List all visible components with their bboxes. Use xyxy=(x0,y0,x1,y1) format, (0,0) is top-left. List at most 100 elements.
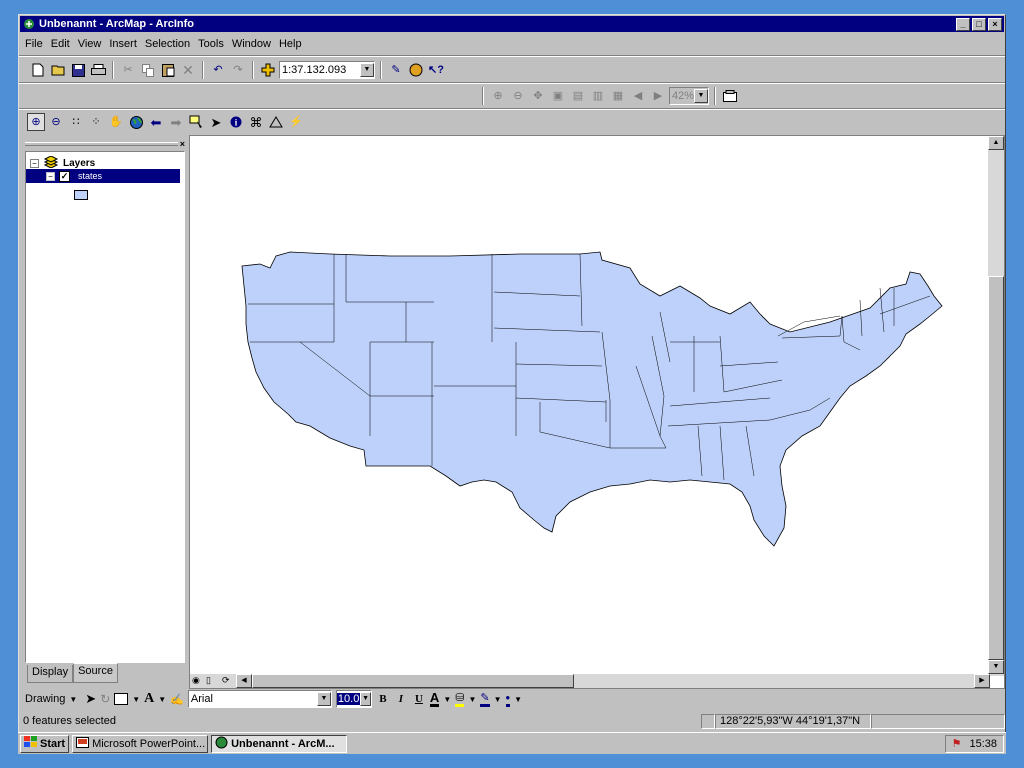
collapse-minus-icon[interactable]: − xyxy=(30,159,39,168)
zoom-in-icon[interactable]: ⊕ xyxy=(27,113,45,131)
save-icon[interactable] xyxy=(69,61,87,79)
select-elements-arrow-icon[interactable]: ➤ xyxy=(85,691,96,707)
go-back-extent-icon[interactable]: ◀ xyxy=(629,87,647,105)
cut-icon[interactable]: ✂ xyxy=(119,61,137,79)
arctoolbox-icon[interactable] xyxy=(407,61,425,79)
undo-icon[interactable]: ↶ xyxy=(209,61,227,79)
layout-zoom-in-icon[interactable]: ⊕ xyxy=(489,87,507,105)
font-size-combo[interactable]: 10.0 ▼ xyxy=(335,690,372,708)
zoom-out-icon[interactable]: ⊖ xyxy=(47,113,65,131)
chevron-down-icon[interactable]: ▼ xyxy=(494,695,502,704)
chevron-down-icon[interactable]: ▼ xyxy=(132,695,140,704)
measure-icon[interactable] xyxy=(267,113,285,131)
menu-help[interactable]: Help xyxy=(275,38,306,50)
underline-button[interactable]: U xyxy=(412,693,426,705)
full-extent-globe-icon[interactable] xyxy=(127,113,145,131)
identify-info-icon[interactable]: i xyxy=(227,113,245,131)
vertical-scroll-thumb[interactable] xyxy=(988,276,1004,660)
chevron-down-icon[interactable]: ▼ xyxy=(443,695,451,704)
fixed-zoom-in-icon[interactable]: ▥ xyxy=(589,87,607,105)
print-icon[interactable] xyxy=(89,61,107,79)
fixed-zoom-out-icon[interactable]: ⁘ xyxy=(87,113,105,131)
map-display[interactable]: ▲ ▼ ◉ ▯ ⟳ ◀ ▶ xyxy=(189,135,1005,689)
layer-symbol-swatch[interactable] xyxy=(74,190,88,200)
forward-arrow-icon[interactable]: ➡ xyxy=(167,113,185,131)
minimize-button[interactable]: _ xyxy=(956,17,970,31)
rectangle-tool-icon[interactable] xyxy=(114,693,129,705)
horizontal-scroll-thumb[interactable] xyxy=(252,674,574,688)
select-features-icon[interactable] xyxy=(187,113,205,131)
menu-insert[interactable]: Insert xyxy=(105,38,141,50)
close-button[interactable]: × xyxy=(988,17,1002,31)
start-button[interactable]: Start xyxy=(20,734,70,753)
menu-tools[interactable]: Tools xyxy=(194,38,228,50)
chevron-down-icon[interactable]: ▼ xyxy=(468,695,476,704)
zoom-whole-page-icon[interactable]: ▣ xyxy=(549,87,567,105)
map-vertical-scrollbar[interactable]: ▲ ▼ xyxy=(988,136,1004,676)
toc-layer-row-states[interactable]: − ✓ states xyxy=(26,169,180,183)
title-bar[interactable]: Unbenannt - ArcMap - ArcInfo _ □ × xyxy=(20,16,1004,32)
fixed-zoom-out-icon[interactable]: ▦ xyxy=(609,87,627,105)
editor-toolbar-icon[interactable]: ✎ xyxy=(387,61,405,79)
toggle-draft-mode-icon[interactable] xyxy=(721,87,739,105)
layout-zoom-combo[interactable]: 42% ▼ xyxy=(669,87,709,105)
menu-file[interactable]: File xyxy=(21,38,47,50)
map-scale-combo[interactable]: 1:37.132.093 ▼ xyxy=(279,61,375,79)
collapse-minus-icon[interactable]: − xyxy=(46,171,55,181)
map-horizontal-scrollbar[interactable]: ◉ ▯ ⟳ ◀ ▶ xyxy=(190,674,990,688)
layer-visibility-checkbox[interactable]: ✓ xyxy=(59,170,70,182)
go-forward-extent-icon[interactable]: ▶ xyxy=(649,87,667,105)
menu-window[interactable]: Window xyxy=(228,38,275,50)
tray-network-icon[interactable]: ⚑ xyxy=(952,737,962,750)
layout-zoom-out-icon[interactable]: ⊖ xyxy=(509,87,527,105)
zoom-100-icon[interactable]: ▤ xyxy=(569,87,587,105)
maximize-button[interactable]: □ xyxy=(972,17,986,31)
scroll-left-arrow-icon[interactable]: ◀ xyxy=(236,674,252,688)
taskbar-item-powerpoint[interactable]: Microsoft PowerPoint... xyxy=(72,734,209,753)
chevron-down-icon[interactable]: ▼ xyxy=(360,692,371,706)
scroll-up-arrow-icon[interactable]: ▲ xyxy=(988,136,1004,150)
tab-display[interactable]: Display xyxy=(27,665,74,683)
scroll-down-arrow-icon[interactable]: ▼ xyxy=(988,660,1004,674)
text-tool-icon[interactable]: A xyxy=(144,691,154,707)
bold-button[interactable]: B xyxy=(376,693,390,705)
delete-icon[interactable]: ✕ xyxy=(179,61,197,79)
rotate-icon[interactable]: ↻ xyxy=(100,692,110,706)
redo-icon[interactable]: ↷ xyxy=(229,61,247,79)
open-folder-icon[interactable] xyxy=(49,61,67,79)
line-color-pen-icon[interactable]: ✎ xyxy=(480,692,490,707)
chevron-down-icon[interactable]: ▼ xyxy=(360,63,374,77)
paste-icon[interactable] xyxy=(159,61,177,79)
tab-source[interactable]: Source xyxy=(73,663,118,683)
drawing-menu-button[interactable]: Drawing ▼ xyxy=(21,690,82,708)
menu-view[interactable]: View xyxy=(74,38,106,50)
usa-states-map[interactable] xyxy=(190,136,990,676)
back-arrow-icon[interactable]: ⬅ xyxy=(147,113,165,131)
fill-color-bucket-icon[interactable]: ⛁ xyxy=(455,692,465,707)
pan-hand-icon[interactable]: ✋ xyxy=(107,113,125,131)
layout-view-icon[interactable]: ▯ xyxy=(206,675,211,686)
toc-close-icon[interactable]: × xyxy=(180,140,185,149)
toc-title-bar[interactable]: × xyxy=(23,139,187,149)
font-name-combo[interactable]: Arial ▼ xyxy=(187,690,332,708)
chevron-down-icon[interactable]: ▼ xyxy=(514,695,522,704)
find-binoculars-icon[interactable]: ⌘ xyxy=(247,113,265,131)
hyperlink-lightning-icon[interactable]: ⚡ xyxy=(287,113,305,131)
copy-icon[interactable] xyxy=(139,61,157,79)
chevron-down-icon[interactable]: ▼ xyxy=(316,692,331,706)
scroll-right-arrow-icon[interactable]: ▶ xyxy=(974,674,990,688)
fixed-zoom-in-icon[interactable]: ∷ xyxy=(67,113,85,131)
italic-button[interactable]: I xyxy=(394,693,408,705)
chevron-down-icon[interactable]: ▼ xyxy=(158,695,166,704)
font-color-button[interactable]: A xyxy=(429,691,440,707)
whats-this-help-icon[interactable]: ↖? xyxy=(427,61,445,79)
new-document-icon[interactable] xyxy=(29,61,47,79)
layout-pan-icon[interactable]: ✥ xyxy=(529,87,547,105)
add-data-icon[interactable] xyxy=(259,61,277,79)
menu-edit[interactable]: Edit xyxy=(47,38,74,50)
data-view-icon[interactable]: ◉ xyxy=(192,675,200,686)
marker-color-icon[interactable]: • xyxy=(505,691,511,707)
chevron-down-icon[interactable]: ▼ xyxy=(694,89,708,103)
edit-vertices-icon[interactable]: ✍ xyxy=(170,693,184,706)
menu-selection[interactable]: Selection xyxy=(141,38,194,50)
